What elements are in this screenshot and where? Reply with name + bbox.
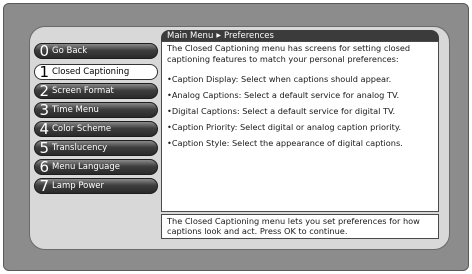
menu-item-number: 3 [39, 101, 49, 119]
menu-item-translucency[interactable]: 5 Translucency [34, 140, 158, 156]
triangle-right-icon: ▶ [216, 32, 221, 39]
menu-item-time-menu[interactable]: 3 Time Menu [34, 102, 158, 118]
menu-item-label: Lamp Power [52, 181, 105, 191]
menu-item-label: Color Scheme [52, 124, 112, 134]
menu-item-number: 7 [39, 177, 49, 195]
footer-text: The Closed Captioning menu lets you set … [167, 216, 420, 237]
menu-item-label: Closed Captioning [52, 67, 130, 77]
menu-item-number: 4 [39, 120, 49, 138]
breadcrumb-current: Preferences [223, 31, 274, 41]
menu-item-lamp-power[interactable]: 7 Lamp Power [34, 178, 158, 194]
menu-item-number: 1 [39, 63, 49, 81]
menu-item-number: 0 [39, 42, 49, 60]
menu-item-label: Time Menu [52, 105, 99, 115]
breadcrumb-root: Main Menu [167, 31, 214, 41]
menu-item-closed-captioning[interactable]: 1 Closed Captioning [34, 64, 158, 80]
menu-item-screen-format[interactable]: 2 Screen Format [34, 83, 158, 99]
menu-item-number: 6 [39, 158, 49, 176]
menu-item-label: Menu Language [52, 162, 120, 172]
help-bullet: •Analog Captions: Select a default servi… [167, 90, 400, 101]
help-intro: The Closed Captioning menu has screens f… [167, 43, 411, 64]
menu-item-label: Translucency [52, 143, 108, 153]
help-footer: The Closed Captioning menu lets you set … [161, 214, 439, 239]
menu-item-color-scheme[interactable]: 4 Color Scheme [34, 121, 158, 137]
help-bullet: •Caption Priority: Select digital or ana… [167, 121, 402, 132]
menu-item-menu-language[interactable]: 6 Menu Language [34, 159, 158, 175]
menu-item-number: 5 [39, 139, 49, 157]
breadcrumb: Main Menu ▶ Preferences [161, 30, 439, 41]
menu-item-label: Screen Format [52, 86, 114, 96]
help-bullet: •Digital Captions: Select a default serv… [167, 105, 396, 116]
help-bullet: •Caption Display: Select when captions s… [167, 74, 392, 85]
menu-item-go-back[interactable]: 0 Go Back [34, 43, 158, 59]
help-bullet: •Caption Style: Select the appearance of… [167, 137, 403, 148]
menu-item-number: 2 [39, 82, 49, 100]
help-content: The Closed Captioning menu has screens f… [161, 41, 439, 212]
menu-item-label: Go Back [52, 46, 88, 56]
